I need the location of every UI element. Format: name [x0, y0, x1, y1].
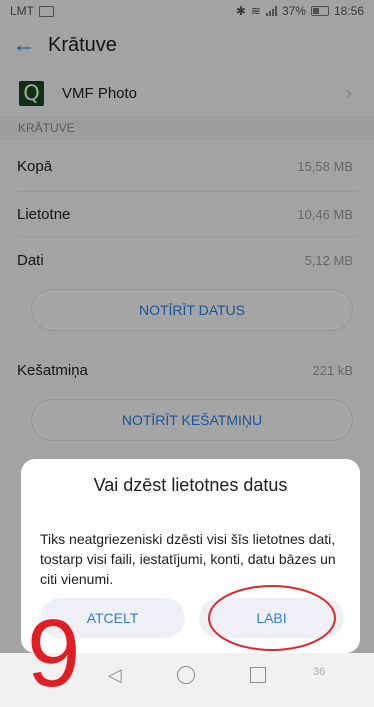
nav-home-icon[interactable]	[176, 666, 195, 684]
dialog-message: Tiks neatgriezeniski dzēsti visi šīs lie…	[40, 531, 336, 587]
dialog-title: Vai dzēst lietotnes datus	[93, 475, 288, 495]
nav-back-icon[interactable]: ◁	[108, 665, 122, 686]
nav-recent-icon[interactable]	[250, 667, 267, 683]
highlight-circle	[208, 585, 336, 651]
step-number: 9	[27, 600, 81, 707]
page-number: 36	[313, 666, 326, 678]
